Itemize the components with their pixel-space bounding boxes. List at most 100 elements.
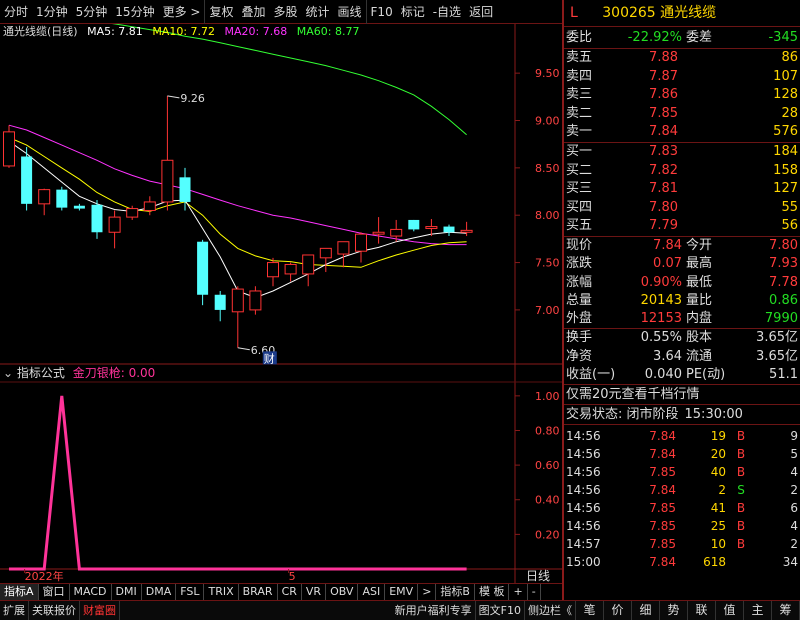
tick-time: 14:56 [566, 447, 601, 462]
toolbar-item[interactable]: 1分钟 [32, 0, 72, 24]
tick-volume: 25 [710, 519, 726, 534]
candle-body[interactable] [214, 294, 226, 310]
candle-body[interactable] [143, 201, 156, 211]
bid-price[interactable]: 7.82 [618, 162, 678, 181]
status-icon-button[interactable]: 主 [744, 601, 772, 620]
candle-body[interactable] [390, 228, 403, 237]
tick-direction: S [737, 483, 745, 498]
toolbar-item[interactable]: 返回 [465, 0, 497, 24]
stat2-row: 收益(一) 0.040 PE(动) 51.1 [564, 366, 800, 384]
indicator-tab[interactable]: DMA [142, 584, 177, 600]
candle-body[interactable] [408, 219, 420, 230]
toolbar-item[interactable]: 多股 [269, 0, 301, 24]
indicator-tab[interactable]: + [509, 584, 528, 600]
indicator-tab[interactable]: 指标B [436, 584, 475, 600]
period-label[interactable]: 日线 [526, 569, 550, 583]
candle-body[interactable] [161, 159, 174, 203]
status-mid-item[interactable]: 图文F10 [476, 601, 525, 620]
candle-body[interactable] [38, 189, 51, 205]
ask-price[interactable]: 7.88 [618, 49, 678, 68]
indicator-tab[interactable]: BRAR [239, 584, 278, 600]
candle-body[interactable] [179, 177, 191, 202]
indicator-tab[interactable]: - [528, 584, 541, 600]
indicator-tab[interactable]: TRIX [204, 584, 239, 600]
candle-body[interactable] [73, 205, 85, 209]
ask-price[interactable]: 7.84 [618, 123, 678, 142]
toolbar-item[interactable]: 15分钟 [111, 0, 158, 24]
stat-value: 0.90% [640, 274, 682, 290]
candle-body[interactable] [372, 231, 385, 235]
indicator-tab[interactable]: VR [302, 584, 327, 600]
candle-body[interactable] [355, 233, 367, 252]
status-icon-button[interactable]: 筹 [772, 601, 800, 620]
indicator-tab[interactable]: 模 板 [475, 584, 510, 600]
candle-body[interactable] [21, 156, 33, 204]
toolbar-item[interactable]: 5分钟 [72, 0, 112, 24]
indicator-tab[interactable]: 窗口 [39, 584, 70, 600]
indicator-tab[interactable]: > [418, 584, 437, 600]
tick-time: 14:57 [566, 537, 601, 552]
ask-price[interactable]: 7.87 [618, 68, 678, 87]
indicator-tab[interactable]: EMV [385, 584, 419, 600]
candle-body[interactable] [284, 263, 297, 275]
status-mid-item[interactable]: 侧边栏《 [525, 601, 576, 620]
indicator-tab[interactable]: CR [278, 584, 302, 600]
candle-body[interactable] [443, 226, 455, 233]
candle-body[interactable] [302, 254, 315, 275]
indicator-tabs: 指标A 窗口 MACD DMI DMA FSL TRIX BRAR CR VR OBV ASI EMV >… [0, 583, 562, 600]
status-left-item[interactable]: 扩展 [0, 601, 29, 620]
toolbar-item[interactable]: 复权 [204, 0, 237, 24]
stat-row: 总量 20143 量比 0.86 [564, 292, 800, 310]
promo-text[interactable]: 仅需20元查看千档行情 [566, 385, 700, 404]
toolbar-item[interactable]: 分时 [0, 0, 32, 24]
trade-status-row: 交易状态: 闭市阶段 15:30:00 [564, 405, 800, 426]
status-icon-button[interactable]: 细 [632, 601, 660, 620]
status-icon-button[interactable]: 势 [660, 601, 688, 620]
toolbar-item[interactable]: 画线 [334, 0, 366, 24]
candle-body[interactable] [337, 241, 350, 255]
toolbar-item[interactable]: 标记 [397, 0, 429, 24]
candle-body[interactable] [108, 216, 121, 233]
toolbar-item[interactable]: 更多 > [159, 0, 205, 24]
candle-body[interactable] [460, 229, 473, 233]
toolbar-item[interactable]: 统计 [302, 0, 334, 24]
toolbar-item[interactable]: -自选 [429, 0, 465, 24]
candle-body[interactable] [319, 247, 332, 259]
status-icon-button[interactable]: 联 [688, 601, 716, 620]
status-left-item[interactable]: 关联报价 [29, 601, 80, 620]
status-mid-item[interactable]: 新用户福利专享 [392, 601, 476, 620]
candle-body[interactable] [267, 262, 279, 278]
candle-body[interactable] [126, 208, 139, 218]
kline-chart[interactable]: 9.509.008.508.007.507.00 9.266.60财 1.000… [0, 24, 562, 583]
bid-price[interactable]: 7.79 [618, 217, 678, 236]
candle-body[interactable] [249, 290, 262, 311]
candle-body[interactable] [3, 131, 15, 167]
tick-count: 4 [790, 465, 798, 480]
promo-row[interactable]: 仅需20元查看千档行情 [564, 385, 800, 406]
status-left-item[interactable]: 财富圈 [80, 601, 120, 620]
ask-price[interactable]: 7.86 [618, 86, 678, 105]
toolbar-item[interactable]: 叠加 [237, 0, 269, 24]
candle-body[interactable] [231, 288, 244, 313]
indicator-tab[interactable]: FSL [176, 584, 205, 600]
stat-label: 总量 [566, 292, 593, 308]
status-icon-button[interactable]: 价 [604, 601, 632, 620]
bid-price[interactable]: 7.81 [618, 180, 678, 199]
ask-price[interactable]: 7.85 [618, 105, 678, 124]
bid-price[interactable]: 7.83 [618, 143, 678, 162]
status-icon-button[interactable]: 值 [716, 601, 744, 620]
indicator-tab[interactable]: 指标A [0, 584, 39, 600]
bid-price[interactable]: 7.80 [618, 199, 678, 218]
status-icon-button[interactable]: 笔 [576, 601, 604, 620]
indicator-tab[interactable]: ASI [358, 584, 386, 600]
indicator-tab[interactable]: DMI [112, 584, 142, 600]
indicator-tab[interactable]: MACD [70, 584, 112, 600]
indicator-label[interactable]: 指标公式 [17, 366, 65, 380]
indicator-tab[interactable]: OBV [326, 584, 359, 600]
collapse-icon[interactable]: ⌄ [3, 366, 13, 380]
candle-body[interactable] [197, 241, 209, 295]
toolbar-item[interactable]: F10 [365, 0, 397, 24]
candle-body[interactable] [425, 226, 438, 229]
candle-body[interactable] [91, 204, 103, 233]
candle-body[interactable] [56, 189, 68, 208]
